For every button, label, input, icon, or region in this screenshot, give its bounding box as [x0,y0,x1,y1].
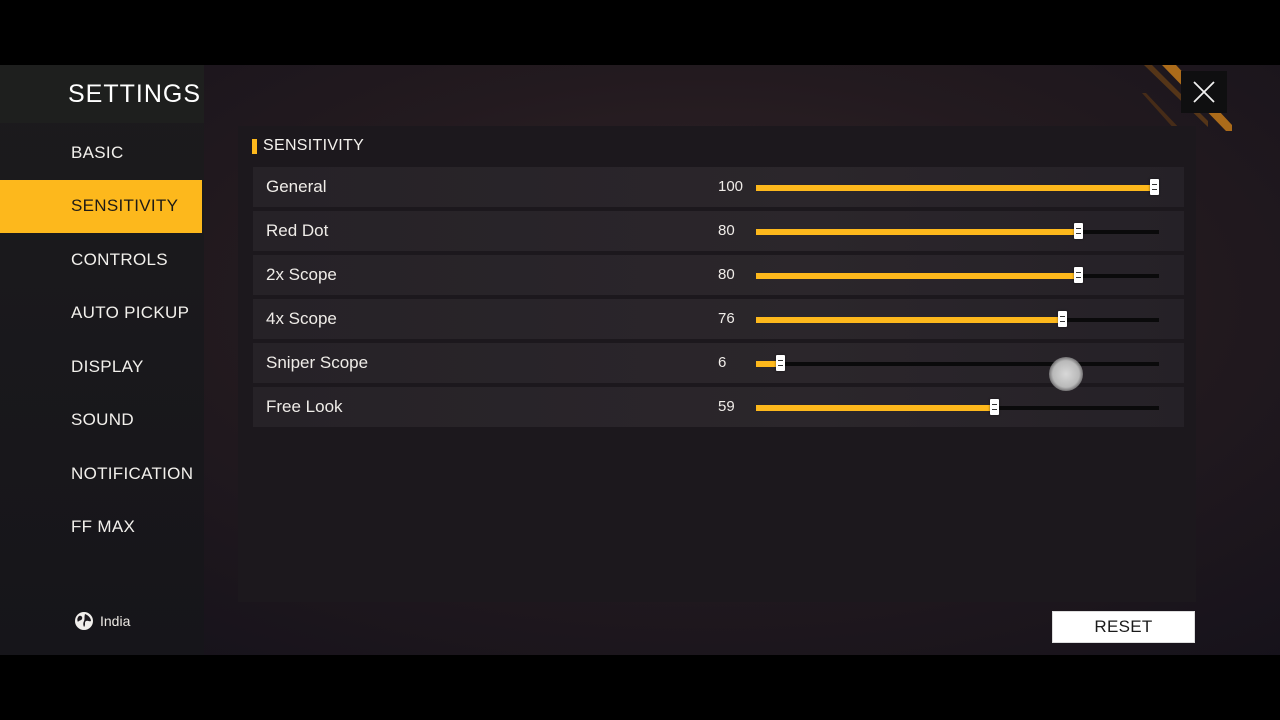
sidebar-item-controls[interactable]: CONTROLS [0,233,204,287]
slider-fill [756,317,1062,323]
row-label: Free Look [266,397,343,416]
sidebar-item-ff-max[interactable]: FF MAX [0,501,204,555]
row-value: 6 [718,354,727,371]
region-selector[interactable]: India [74,611,130,631]
sidebar-item-display[interactable]: DISPLAY [0,340,204,394]
slider-handle[interactable] [1074,267,1083,283]
sensitivity-row-2x-scope: 2x Scope 80 [253,255,1184,295]
sensitivity-row-sniper-scope: Sniper Scope 6 [253,343,1184,383]
row-value: 76 [718,310,735,327]
slider-handle[interactable] [1058,311,1067,327]
row-label: Red Dot [266,221,329,240]
row-value: 59 [718,398,735,415]
page-title: SETTINGS [68,79,202,108]
region-label: India [100,613,131,629]
sensitivity-row-general: General 100 [253,167,1184,207]
section-title: SENSITIVITY [252,137,364,155]
close-icon [1193,81,1215,103]
row-label: General [266,177,327,196]
red-dot-slider[interactable] [756,223,1159,239]
sensitivity-row-4x-scope: 4x Scope 76 [253,299,1184,339]
slider-fill [756,273,1078,279]
close-button[interactable] [1181,71,1227,113]
row-value: 80 [718,222,735,239]
sidebar-item-notification[interactable]: NOTIFICATION [0,447,204,501]
section-title-accent [252,138,257,154]
sidebar: SETTINGS BASIC SENSITIVITY CONTROLS AUTO… [0,65,204,655]
slider-handle[interactable] [1074,223,1083,239]
slider-fill [756,229,1078,235]
row-value: 80 [718,266,735,283]
slider-fill [756,185,1154,191]
reset-button[interactable]: RESET [1052,611,1195,643]
free-look-slider[interactable] [756,399,1159,415]
row-label: 4x Scope [266,309,337,328]
sidebar-item-sound[interactable]: SOUND [0,394,204,448]
sensitivity-list: General 100 Red Dot 80 2x Scope 80 4x Sc… [253,167,1184,431]
row-value: 100 [718,178,744,195]
section-title-text: SENSITIVITY [263,137,365,154]
settings-screen: SETTINGS BASIC SENSITIVITY CONTROLS AUTO… [0,65,1280,655]
sidebar-item-sensitivity[interactable]: SENSITIVITY [0,179,202,233]
row-label: 2x Scope [266,265,337,284]
sniper-scope-slider[interactable] [756,355,1159,371]
sidebar-header: SETTINGS [0,65,204,123]
row-label: Sniper Scope [266,353,369,372]
2x-scope-slider[interactable] [756,267,1159,283]
general-slider[interactable] [756,179,1159,195]
sensitivity-row-free-look: Free Look 59 [253,387,1184,427]
globe-icon [75,612,93,630]
slider-handle[interactable] [776,355,785,371]
touch-indicator [1049,357,1083,391]
slider-handle[interactable] [990,399,999,415]
sidebar-item-basic[interactable]: BASIC [0,126,204,180]
sidebar-item-auto-pickup[interactable]: AUTO PICKUP [0,287,204,341]
4x-scope-slider[interactable] [756,311,1159,327]
slider-fill [756,405,994,411]
slider-handle[interactable] [1150,179,1159,195]
sidebar-nav: BASIC SENSITIVITY CONTROLS AUTO PICKUP D… [0,126,204,554]
sensitivity-row-red-dot: Red Dot 80 [253,211,1184,251]
